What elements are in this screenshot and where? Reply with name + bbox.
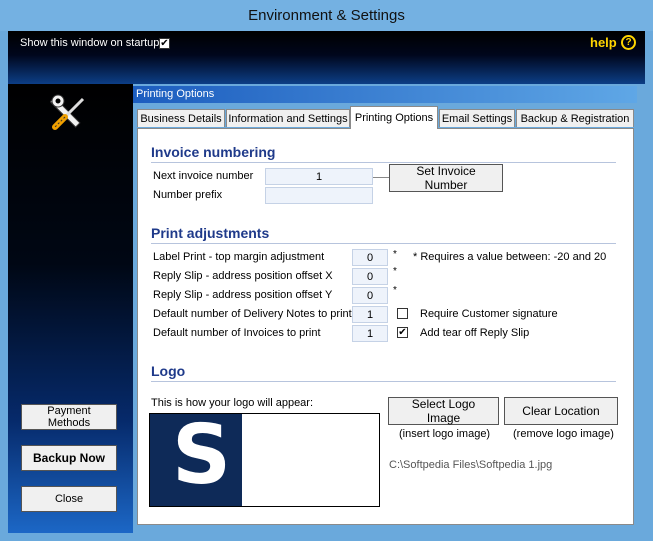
backup-now-button[interactable]: Backup Now (21, 445, 117, 471)
invoice-numbering-title: Invoice numbering (151, 144, 276, 160)
help-icon-glyph: ? (625, 37, 632, 48)
payment-methods-button[interactable]: Payment Methods (21, 404, 117, 430)
range-note: * Requires a value between: -20 and 20 (413, 251, 607, 263)
clear-location-button[interactable]: Clear Location (504, 397, 618, 425)
print-section-rule (151, 243, 616, 244)
label-print-margin-label: Label Print - top margin adjustment (153, 251, 325, 263)
check-mark-icon: ✔ (160, 37, 169, 49)
select-logo-caption: (insert logo image) (399, 428, 491, 440)
logo-title: Logo (151, 363, 186, 379)
required-range-star: * (393, 249, 397, 260)
require-signature-label: Require Customer signature (420, 308, 558, 320)
required-range-star: * (393, 266, 397, 277)
window-title: Environment & Settings (248, 7, 405, 24)
check-mark-icon: ✔ (398, 326, 407, 338)
required-range-star: * (393, 285, 397, 296)
select-logo-image-button[interactable]: Select Logo Image (388, 397, 499, 425)
next-invoice-field[interactable]: 1 (265, 168, 373, 185)
tab-printing-options[interactable]: Printing Options (350, 106, 438, 129)
reply-slip-offset-x-field[interactable]: 0 (352, 268, 388, 285)
reply-slip-offset-y-label: Reply Slip - address position offset Y (153, 289, 333, 301)
tear-off-slip-label: Add tear off Reply Slip (420, 327, 530, 339)
clear-location-caption: (remove logo image) (513, 428, 614, 440)
tab-information-and-settings[interactable]: Information and Settings (226, 109, 350, 127)
tab-business-details[interactable]: Business Details (137, 109, 225, 127)
tab-backup-registration[interactable]: Backup & Registration (516, 109, 634, 127)
logo-file-path: C:\Softpedia Files\Softpedia 1.jpg (389, 459, 553, 471)
help-link[interactable]: help (590, 35, 617, 50)
logo-section-rule (151, 381, 616, 382)
startup-checkbox[interactable]: ✔ (159, 38, 170, 49)
tools-icon (50, 94, 85, 130)
invoices-count-label: Default number of Invoices to print (153, 327, 321, 339)
label-print-margin-field[interactable]: 0 (352, 249, 388, 266)
require-signature-checkbox[interactable] (397, 308, 408, 319)
print-adjustments-title: Print adjustments (151, 225, 270, 241)
reply-slip-offset-x-label: Reply Slip - address position offset X (153, 270, 333, 282)
tear-off-slip-checkbox[interactable]: ✔ (397, 327, 408, 338)
delivery-notes-count-field[interactable]: 1 (352, 306, 388, 323)
logo-image: S (150, 408, 242, 506)
tab-email-settings[interactable]: Email Settings (439, 109, 515, 127)
field-connector (373, 177, 389, 178)
window-title-bar: Environment & Settings (0, 0, 653, 31)
close-button[interactable]: Close (21, 486, 117, 512)
logo-letter: S (172, 408, 232, 503)
reply-slip-offset-y-field[interactable]: 0 (352, 287, 388, 304)
group-label: Printing Options (133, 86, 637, 103)
number-prefix-field[interactable] (265, 187, 373, 204)
startup-label: Show this window on startup (20, 37, 160, 49)
number-prefix-label: Number prefix (153, 189, 223, 201)
set-invoice-number-button[interactable]: Set Invoice Number (389, 164, 503, 192)
invoice-section-rule (151, 162, 616, 163)
help-icon[interactable]: ? (621, 35, 636, 50)
invoices-count-field[interactable]: 1 (352, 325, 388, 342)
delivery-notes-count-label: Default number of Delivery Notes to prin… (153, 308, 352, 320)
next-invoice-label: Next invoice number (153, 170, 254, 182)
